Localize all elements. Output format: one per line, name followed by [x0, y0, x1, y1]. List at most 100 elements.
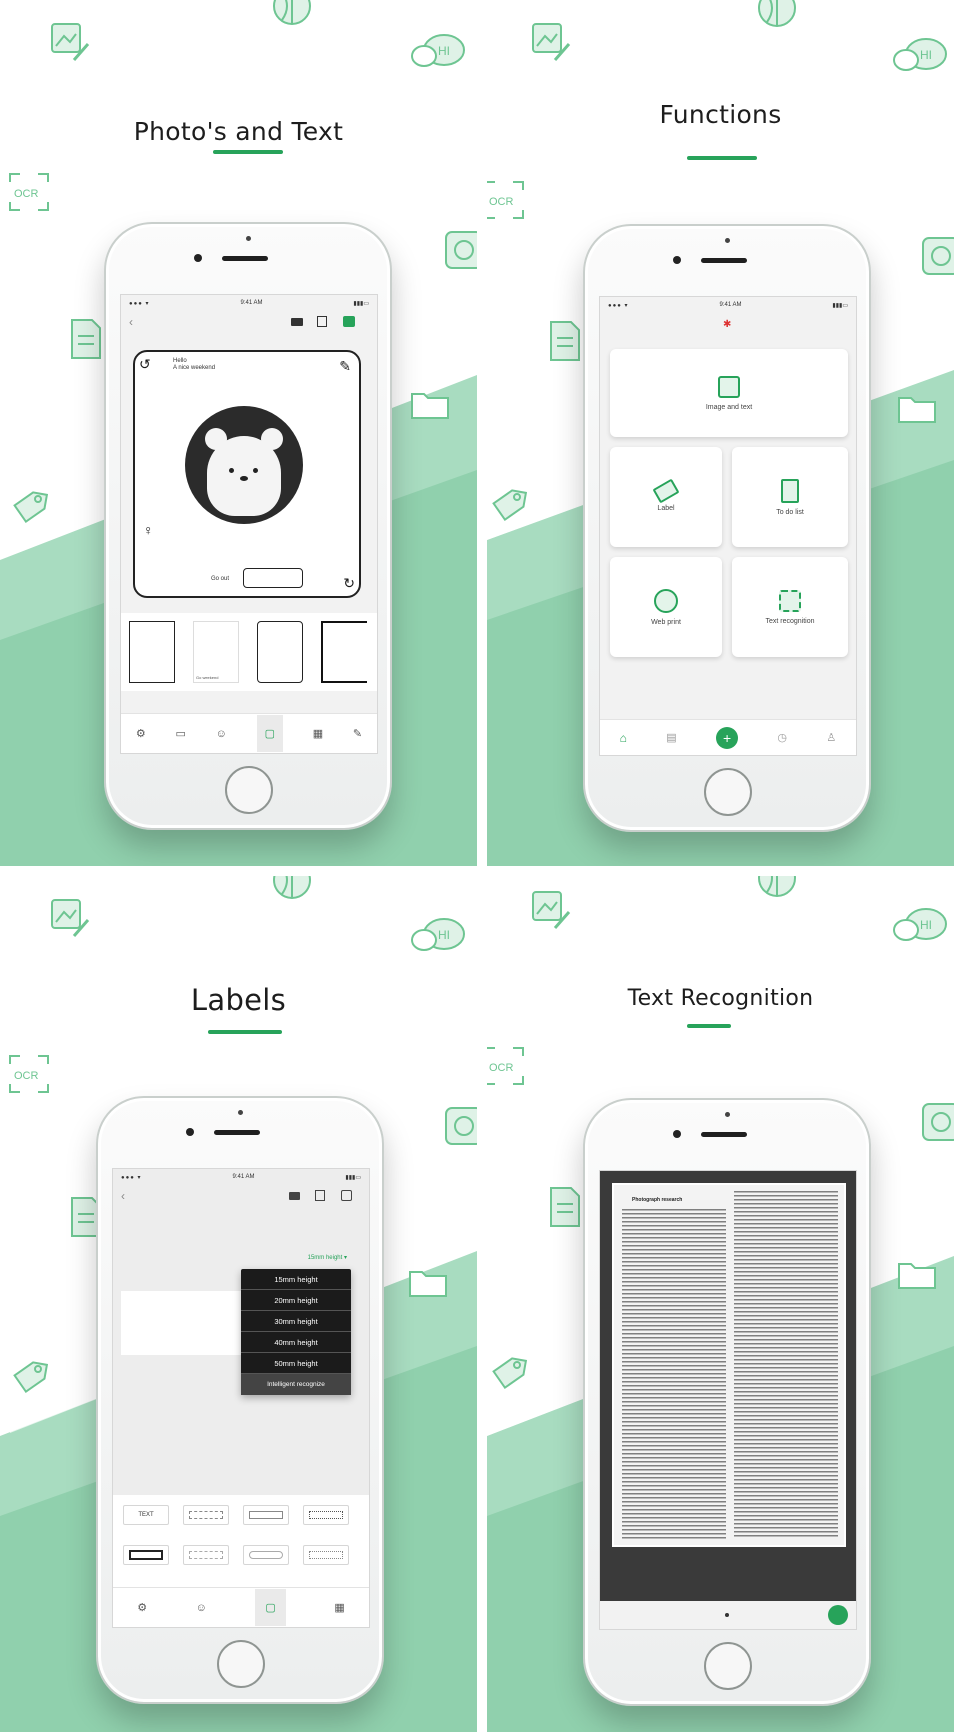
add-icon[interactable]: +	[716, 726, 739, 749]
ocr-icon: OCR	[8, 172, 50, 212]
dropdown-option[interactable]: 40mm height	[241, 1332, 351, 1353]
phone-sensor	[246, 236, 251, 241]
svg-text:HI: HI	[920, 48, 932, 62]
image-edit-icon	[718, 375, 740, 398]
top-toolbar: ‹	[121, 313, 377, 333]
height-selector-value: 15mm height	[307, 1255, 343, 1261]
panel-title: Labels	[190, 983, 287, 1017]
title-underline	[213, 150, 283, 154]
dropdown-option[interactable]: 20mm height	[241, 1290, 351, 1311]
folder-icon	[897, 394, 937, 424]
capture-button[interactable]	[828, 1605, 848, 1625]
bluetooth-status-icon[interactable]: ✱	[723, 319, 731, 330]
back-icon[interactable]: ‹	[129, 315, 133, 329]
save-icon[interactable]	[317, 316, 327, 327]
phone-sensor	[725, 1112, 730, 1117]
phone-speaker	[222, 256, 268, 261]
template-thumb[interactable]	[257, 621, 303, 683]
home-button[interactable]	[704, 768, 752, 816]
home-button[interactable]	[704, 1642, 752, 1690]
folder-open-icon[interactable]	[289, 1192, 300, 1200]
balloon-icon: ♀	[143, 522, 154, 538]
edit-icon[interactable]: ✎	[353, 727, 362, 740]
scan-footer	[600, 1601, 856, 1629]
dropdown-option[interactable]: 30mm height	[241, 1311, 351, 1332]
qr-icon[interactable]: ▦	[313, 727, 323, 740]
document-icon	[781, 478, 799, 503]
document-icon[interactable]: ▤	[666, 731, 676, 744]
sticker-icon[interactable]: ☺	[196, 1602, 207, 1614]
tile-label-feature[interactable]: Label	[610, 447, 722, 547]
template-chip[interactable]	[303, 1505, 349, 1525]
frame-icon[interactable]: ▢	[255, 1589, 286, 1626]
tile-label: Image and text	[705, 403, 753, 411]
tile-text-recognition[interactable]: Text recognition	[732, 557, 848, 657]
globe-icon	[270, 0, 314, 28]
title-underline	[687, 1024, 731, 1028]
dropdown-option[interactable]: Intelligent recognize	[241, 1374, 351, 1395]
tile-todo-list[interactable]: To do list	[732, 447, 848, 547]
tag-icon	[652, 478, 680, 503]
folder-open-icon[interactable]	[291, 318, 303, 326]
photo-card[interactable]: ↺ ↻ ✎ Hello A nice weekend ♀ Go out	[133, 350, 361, 598]
phone-mockup: ●●● ▾ 9:41 AM ▮▮▮▭ ✱ Image and text Labe…	[583, 224, 871, 832]
settings-icon[interactable]: ⚙	[137, 1601, 147, 1614]
frame-icon[interactable]: ▢	[256, 715, 283, 752]
template-chip[interactable]	[243, 1505, 289, 1525]
panel-text-recognition: HI OCR Text Recognition Photograph resea…	[487, 876, 954, 1732]
template-caption: Go weekend	[196, 675, 219, 680]
settings-icon[interactable]: ⚙	[136, 727, 146, 740]
folder-icon	[410, 390, 450, 420]
phone-mockup: ●●● ▾ 9:41 AM ▮▮▮▭ ‹ 15mm height ▾ 15mm …	[96, 1096, 384, 1704]
print-icon[interactable]	[343, 316, 355, 327]
tile-web-print[interactable]: Web print	[610, 557, 722, 657]
phone-mockup: Photograph research	[583, 1098, 871, 1706]
svg-text:OCR: OCR	[489, 196, 514, 208]
camera-icon	[444, 230, 477, 270]
image-icon[interactable]: ▭	[175, 727, 185, 740]
phone-screen: ●●● ▾ 9:41 AM ▮▮▮▭ ✱ Image and text Labe…	[599, 296, 857, 756]
panel-title: Photo's and Text	[133, 117, 344, 146]
save-icon[interactable]	[315, 1190, 325, 1201]
print-icon[interactable]	[341, 1190, 352, 1201]
home-button[interactable]	[225, 766, 273, 814]
dropdown-option[interactable]: 50mm height	[241, 1353, 351, 1374]
template-chip[interactable]	[183, 1545, 229, 1565]
signal-icon: ●●● ▾	[121, 1174, 142, 1181]
template-thumb[interactable]	[321, 621, 367, 683]
bottom-tab-bar: ⌂ ▤ + ◷ ♙	[600, 719, 856, 755]
bear-nose	[240, 476, 248, 481]
history-icon[interactable]: ◷	[777, 731, 787, 744]
document-heading: Photograph research	[632, 1197, 683, 1203]
bear-ear	[261, 428, 283, 450]
status-bar: ●●● ▾ 9:41 AM ▮▮▮▭	[121, 295, 377, 311]
template-chip-text[interactable]: TEXT	[123, 1505, 169, 1525]
svg-text:OCR: OCR	[489, 1062, 514, 1074]
globe-icon	[654, 588, 678, 613]
dropdown-option[interactable]: 15mm height	[241, 1269, 351, 1290]
home-icon[interactable]: ⌂	[620, 731, 627, 745]
template-thumb[interactable]	[129, 621, 175, 683]
template-chip[interactable]	[123, 1545, 169, 1565]
home-button[interactable]	[217, 1640, 265, 1688]
document-icon	[70, 318, 102, 360]
title-underline	[208, 1030, 282, 1034]
height-selector[interactable]: 15mm height ▾	[253, 1251, 353, 1265]
template-chip[interactable]	[303, 1545, 349, 1565]
panel-title: Text Recognition	[627, 986, 814, 1011]
document-icon	[549, 320, 581, 362]
svg-text:HI: HI	[920, 918, 932, 932]
tile-image-and-text[interactable]: Image and text	[610, 349, 848, 437]
template-chip[interactable]	[243, 1545, 289, 1565]
template-thumb[interactable]: Go weekend	[193, 621, 239, 683]
sticker-icon[interactable]: ☺	[216, 728, 227, 740]
back-icon[interactable]: ‹	[121, 1189, 125, 1203]
camera-icon	[921, 236, 954, 276]
bear-eye	[253, 468, 258, 473]
signal-icon: ●●● ▾	[129, 300, 150, 307]
template-chip[interactable]	[183, 1505, 229, 1525]
tag-icon	[489, 1356, 527, 1396]
profile-icon[interactable]: ♙	[826, 731, 836, 744]
bear-ear	[205, 428, 227, 450]
qr-icon[interactable]: ▦	[334, 1601, 344, 1614]
